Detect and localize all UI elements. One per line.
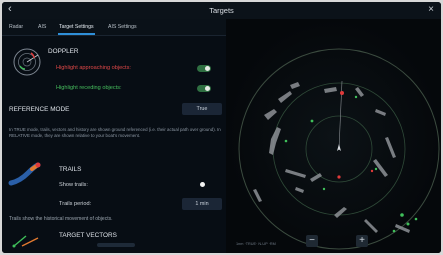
tab-ais-settings[interactable]: AIS Settings [108,24,137,30]
trails-period-label: Trails period: [59,201,92,207]
target-vectors-icon [12,235,39,248]
device-screen: ‹ Targets × Radar AIS Target Settings AI… [2,2,441,253]
tab-radar[interactable]: Radar [9,24,23,30]
highlight-approaching-toggle[interactable] [197,65,211,72]
show-trails-label: Show trails: [59,182,88,188]
radar-status-text: 1nm ·TRUE· N-UP ·RM [236,242,276,246]
tab-target-settings[interactable]: Target Settings [58,24,95,35]
zoom-in-button[interactable]: + [356,235,368,247]
show-trails-toggle[interactable] [194,181,208,188]
trails-period-button[interactable]: 1 min [182,198,222,210]
doppler-title: DOPPLER [48,48,79,55]
title-bar: ‹ Targets × [2,2,441,19]
tab-ais[interactable]: AIS [38,24,46,30]
trails-description: Trails show the historical movement of o… [9,216,113,222]
highlight-receding-label: Highlight receding objects: [56,85,122,91]
close-button[interactable]: × [428,4,434,15]
reference-mode-description: In TRUE mode, trails, vectors and histor… [9,127,221,138]
doppler-icon [13,48,41,76]
reference-mode-button[interactable]: True [182,103,222,115]
trails-title: TRAILS [59,166,82,173]
scroll-handle[interactable] [97,243,135,247]
radar-display [226,19,441,253]
highlight-approaching-label: Highlight approaching objects: [56,65,131,71]
window-title: Targets [209,6,234,15]
tab-bar: Radar AIS Target Settings AIS Settings [2,19,226,36]
zoom-out-button[interactable]: − [306,235,318,247]
reference-mode-title: REFERENCE MODE [9,106,70,113]
highlight-receding-toggle[interactable] [197,85,211,92]
target-vectors-title: TARGET VECTORS [59,232,117,239]
trails-icon [8,162,41,186]
radar-view[interactable]: − + 1nm ·TRUE· N-UP ·RM [226,19,441,253]
settings-panel: DOPPLER Highlight approaching objects: H… [2,36,226,253]
